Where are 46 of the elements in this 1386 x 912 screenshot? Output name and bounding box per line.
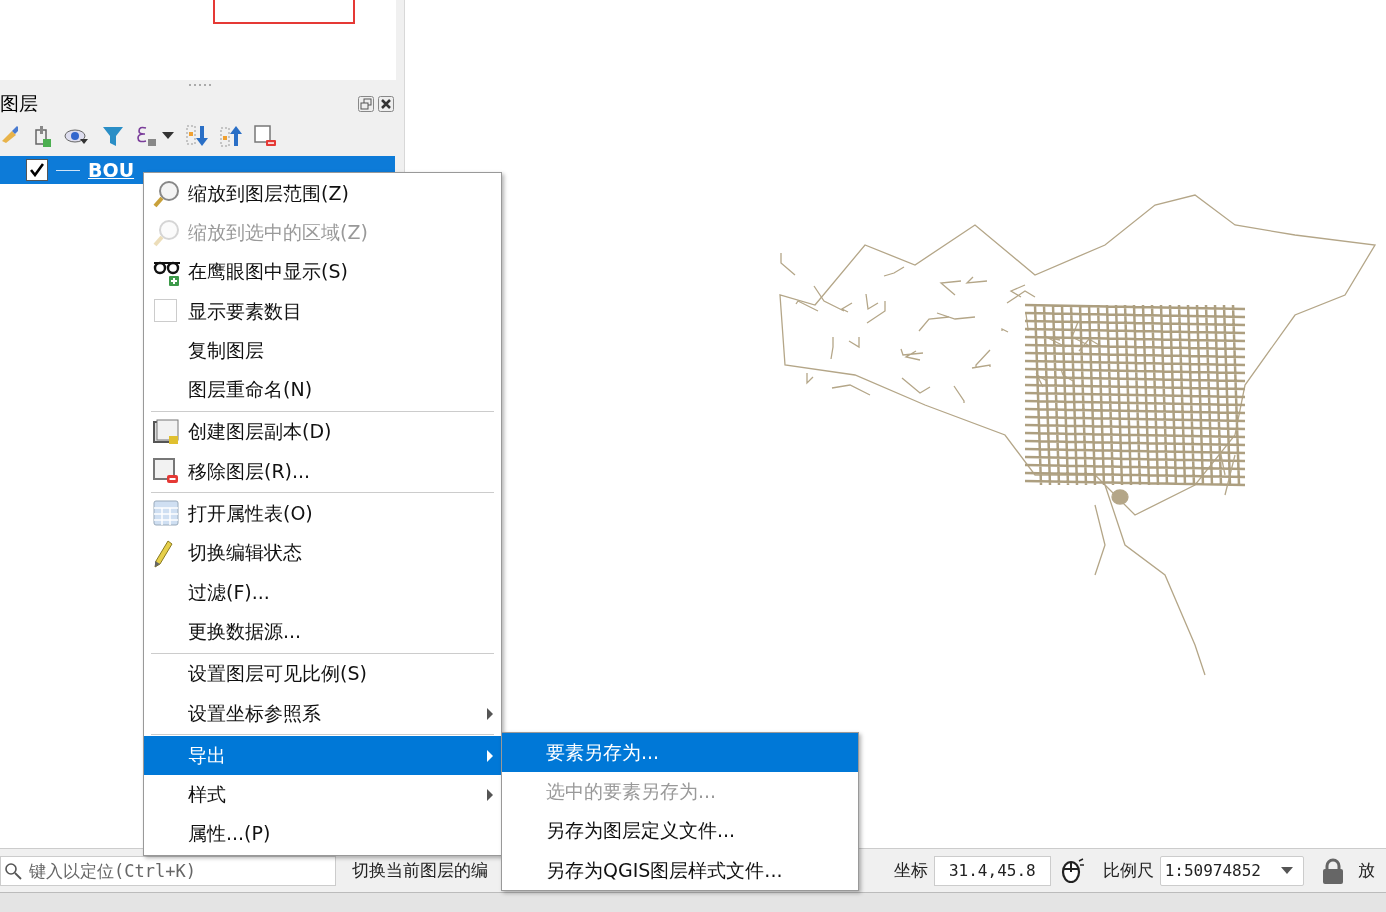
caret-icon[interactable] bbox=[162, 132, 174, 140]
panel-title: 图层 bbox=[0, 91, 38, 116]
status-message: 切换当前图层的编 bbox=[352, 859, 488, 882]
menu-item[interactable]: 要素另存为... bbox=[502, 733, 858, 773]
menu-item[interactable]: 设置图层可见比例(S) bbox=[144, 654, 501, 694]
close-icon[interactable] bbox=[378, 96, 394, 112]
magnifier-icon bbox=[153, 180, 181, 208]
menu-item[interactable]: 移除图层(R)... bbox=[144, 452, 501, 492]
table-icon bbox=[153, 500, 179, 527]
menu-item[interactable]: 设置坐标参照系 bbox=[144, 693, 501, 734]
menu-item[interactable]: 在鹰眼图中显示(S) bbox=[144, 252, 501, 292]
layer-checkbox[interactable] bbox=[26, 159, 48, 181]
arrow-up-icon[interactable] bbox=[220, 124, 242, 148]
epsilon-icon[interactable] bbox=[136, 124, 158, 148]
magnifier-label: 放 bbox=[1358, 859, 1376, 882]
pencil-icon bbox=[153, 539, 173, 568]
search-field[interactable]: 键入以定位(Ctrl+K) bbox=[0, 855, 336, 886]
arrow-down-icon[interactable] bbox=[186, 124, 208, 148]
layer-copy-icon bbox=[153, 418, 179, 445]
menu-item[interactable]: 另存为图层定义文件... bbox=[502, 811, 858, 851]
caret-icon bbox=[1281, 867, 1293, 874]
menu-item[interactable]: 更换数据源... bbox=[144, 612, 501, 652]
float-icon[interactable] bbox=[358, 96, 374, 112]
menu-item[interactable]: 创建图层副本(D) bbox=[144, 412, 501, 453]
menu-item[interactable]: 打开属性表(O) bbox=[144, 494, 501, 534]
magnifier-icon bbox=[153, 219, 181, 248]
remove-layer-icon[interactable] bbox=[254, 124, 276, 148]
menu-item[interactable]: 切换编辑状态 bbox=[144, 533, 501, 573]
menu-item[interactable]: 属性...(P) bbox=[144, 814, 501, 855]
layer-name: BOU bbox=[88, 159, 135, 181]
menu-item[interactable]: 另存为QGIS图层样式文件... bbox=[502, 850, 858, 891]
menu-checkbox[interactable] bbox=[154, 298, 177, 322]
scale-dropdown[interactable]: 1:50974852 bbox=[1159, 855, 1304, 886]
search-icon bbox=[4, 861, 22, 880]
check-icon bbox=[30, 163, 44, 177]
menu-item[interactable]: 过滤(F)... bbox=[144, 572, 501, 613]
coordinate-field[interactable]: 31.4,45.8 bbox=[933, 855, 1051, 886]
coordinate-label: 坐标 bbox=[893, 859, 928, 882]
filter-icon[interactable] bbox=[102, 124, 124, 148]
scale-label: 比例尺 bbox=[1102, 859, 1154, 882]
menu-item[interactable]: 样式 bbox=[144, 775, 501, 815]
menu-item[interactable]: 显示要素数目 bbox=[144, 291, 501, 332]
menu-item[interactable]: 复制图层 bbox=[144, 331, 501, 371]
menu-item[interactable]: 导出 bbox=[144, 736, 501, 776]
menu-item[interactable]: 图层重命名(N) bbox=[144, 370, 501, 410]
lock-icon[interactable] bbox=[1322, 857, 1344, 884]
